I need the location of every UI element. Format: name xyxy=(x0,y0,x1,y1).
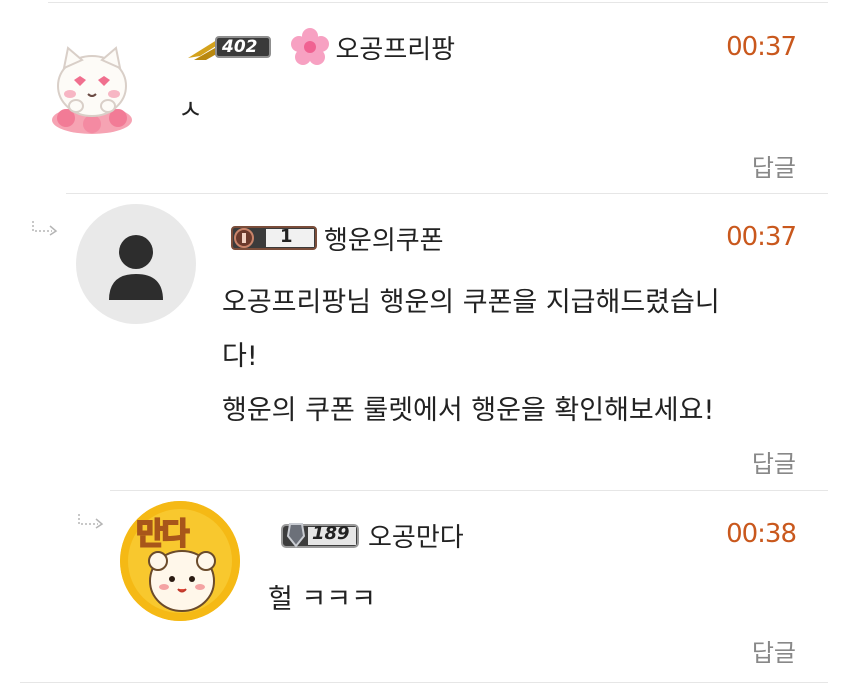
level-badge-icon xyxy=(231,226,317,250)
comment-text: 오공프리팡님 행운의 쿠폰을 지급해드렸습니 다! 행운의 쿠폰 룰렛에서 행운… xyxy=(222,276,720,438)
reply-comment-item: 만다 189 오공만다 00:38 헐 ㅋㅋㅋ 답글 xyxy=(0,491,850,681)
comment-text-line: ㅅ xyxy=(178,95,203,126)
comment-text-line: 다! xyxy=(222,341,258,372)
manda-character-avatar-icon[interactable]: 만다 xyxy=(120,501,240,621)
comment-text-line: 오공프리팡님 행운의 쿠폰을 지급해드렸습니 xyxy=(222,287,720,318)
comment-time: 00:37 xyxy=(726,222,797,252)
comment-text: ㅅ xyxy=(178,84,203,138)
comment-time: 00:37 xyxy=(726,32,797,62)
comment-item: 402 오공프리팡 00:37 ㅅ 답글 xyxy=(0,0,850,195)
level-number: 402 xyxy=(222,37,258,57)
divider-bottom xyxy=(20,682,828,683)
level-badge: 1 xyxy=(230,224,318,252)
reply-button[interactable]: 답글 xyxy=(752,444,796,479)
level-number: 1 xyxy=(280,226,293,247)
reply-comment-item: 1 행운의쿠폰 00:37 오공프리팡님 행운의 쿠폰을 지급해드렸습니 다! … xyxy=(0,194,850,490)
level-number: 189 xyxy=(312,523,350,544)
reply-button[interactable]: 답글 xyxy=(752,148,796,183)
comment-text-line: 헐 ㅋㅋㅋ xyxy=(268,584,376,615)
comment-header: 1 행운의쿠폰 xyxy=(230,218,444,258)
comment-text-line: 행운의 쿠폰 룰렛에서 행운을 확인해보세요! xyxy=(222,395,715,426)
comment-nickname[interactable]: 오공프리팡 xyxy=(336,29,456,66)
comment-time: 00:38 xyxy=(726,519,797,549)
comment-header: 189 오공만다 xyxy=(276,515,464,555)
flower-icon xyxy=(290,27,330,67)
reply-arrow-icon xyxy=(78,514,104,529)
level-badge: 402 xyxy=(186,32,280,62)
default-person-avatar-icon[interactable] xyxy=(76,204,196,324)
cat-sticker-avatar-icon[interactable] xyxy=(44,40,140,136)
comment-nickname[interactable]: 행운의쿠폰 xyxy=(324,220,444,257)
comment-header: 402 오공프리팡 xyxy=(186,26,455,68)
level-badge: 189 xyxy=(276,520,362,550)
reply-arrow-icon xyxy=(32,221,58,236)
comment-text: 헐 ㅋㅋㅋ xyxy=(268,573,376,627)
reply-button[interactable]: 답글 xyxy=(752,633,796,668)
comment-nickname[interactable]: 오공만다 xyxy=(368,517,464,554)
avatar-text: 만다 xyxy=(135,516,190,553)
